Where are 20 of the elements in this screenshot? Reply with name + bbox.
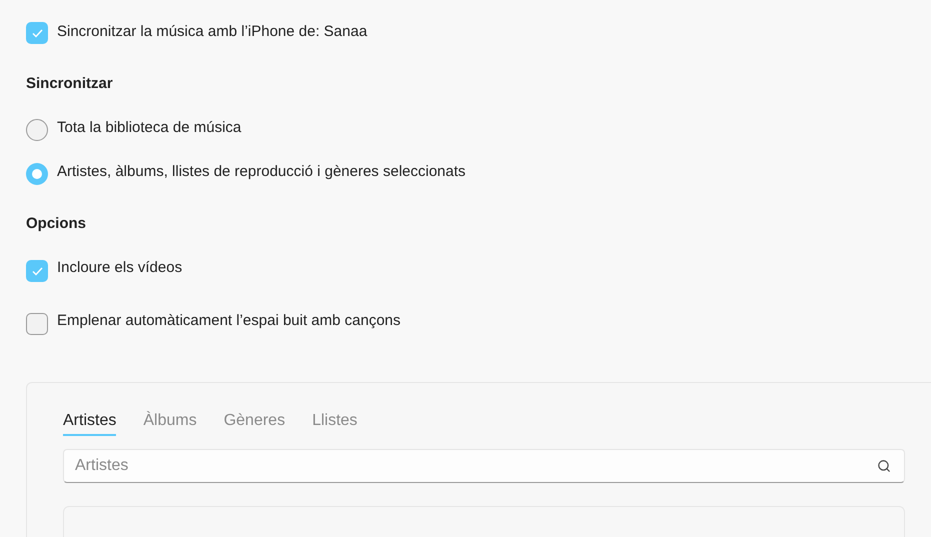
tab[interactable]: Gèneres <box>224 411 286 436</box>
section-heading: Opcions <box>26 214 88 234</box>
tab[interactable]: Artistes <box>63 411 116 436</box>
checkbox[interactable] <box>26 22 48 44</box>
search-icon <box>877 459 891 473</box>
radio-button[interactable] <box>26 163 48 185</box>
section-heading: Sincronitzar <box>26 74 114 94</box>
checkbox-label: Incloure els vídeos <box>57 258 182 278</box>
tab[interactable]: Àlbums <box>143 411 197 436</box>
radio-button[interactable] <box>26 119 48 141</box>
checkbox[interactable] <box>26 260 48 282</box>
radio-label: Artistes, àlbums, llistes de reproducció i gèneres seleccionats <box>57 162 466 182</box>
checkmark-icon <box>32 266 42 276</box>
checkbox[interactable] <box>26 313 48 335</box>
checkmark-icon <box>32 28 42 38</box>
checkbox-label: Sincronitzar la música amb l’iPhone de: Sanaa <box>57 22 368 42</box>
checkbox-label: Emplenar automàticament l’espai buit amb cançons <box>57 311 401 331</box>
tab[interactable]: Llistes <box>312 411 358 436</box>
radio-label: Tota la biblioteca de música <box>57 118 242 138</box>
search-field[interactable]: Artistes <box>63 449 905 483</box>
